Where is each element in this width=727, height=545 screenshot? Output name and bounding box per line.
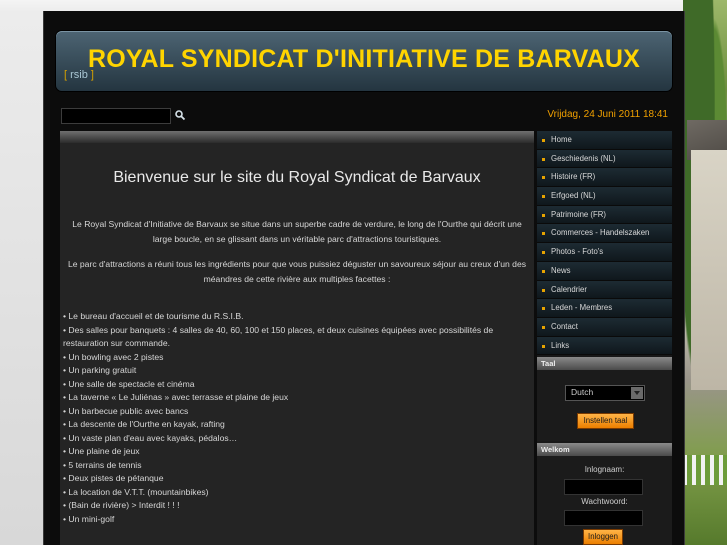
site-abbreviation-text: rsib [70, 69, 88, 81]
search-icon[interactable] [174, 109, 186, 121]
sidebar: Home Geschiedenis (NL) Histoire (FR) Erf… [537, 131, 672, 545]
site-abbreviation: [ rsib ] [64, 69, 94, 81]
login-box: Welkom Inlognaam: Wachtwoord: Inloggen [537, 443, 672, 545]
list-item: Un barbecue public avec bancs [63, 405, 529, 419]
main-menu: Home Geschiedenis (NL) Histoire (FR) Erf… [537, 131, 672, 356]
list-item: La taverne « Le Juliénas » avec terrasse… [63, 391, 529, 405]
intro-paragraph: Le Royal Syndicat d'Initiative de Barvau… [72, 219, 522, 244]
list-item: (Bain de rivière) > Interdit ! ! ! [63, 499, 529, 513]
menu-item-calendrier[interactable]: Calendrier [537, 280, 672, 300]
username-field[interactable] [564, 479, 643, 495]
bullet-icon [542, 251, 545, 255]
background-photo [683, 0, 727, 545]
menu-item-news[interactable]: News [537, 261, 672, 281]
language-box-title: Taal [537, 357, 672, 370]
menu-item-erfgoed[interactable]: Erfgoed (NL) [537, 187, 672, 206]
set-language-button[interactable]: Instellen taal [577, 413, 634, 429]
current-date: Vrijdag, 24 Juni 2011 18:41 [547, 109, 668, 120]
bullet-icon [542, 213, 545, 217]
list-item: Deux pistes de pétanque [63, 472, 529, 486]
site-title: ROYAL SYNDICAT D'INITIATIVE DE BARVAUX [87, 45, 641, 73]
list-item: 5 terrains de tennis [63, 459, 529, 473]
menu-item-patrimoine[interactable]: Patrimoine (FR) [537, 205, 672, 225]
menu-item-geschiedenis[interactable]: Geschiedenis (NL) [537, 149, 672, 169]
list-item: Un mini-golf [63, 513, 529, 527]
list-item: Une salle de spectacle et cinéma [63, 378, 529, 392]
list-item: La location de V.T.T. (mountainbikes) [63, 486, 529, 500]
list-item: Un vaste plan d'eau avec kayaks, pédalos… [63, 432, 529, 446]
main-content: Bienvenue sur le site du Royal Syndicat … [60, 131, 534, 545]
photo-house [691, 150, 727, 390]
site-header: ROYAL SYNDICAT D'INITIATIVE DE BARVAUX [… [56, 31, 672, 91]
park-paragraph: Le parc d'attractions a réuni tous les i… [67, 259, 527, 284]
list-item: Le bureau d'accueil et de tourisme du R.… [63, 310, 529, 324]
language-select[interactable]: Dutch [565, 385, 645, 401]
password-field[interactable] [564, 510, 643, 526]
top-bar: Vrijdag, 24 Juni 2011 18:41 [58, 105, 672, 129]
username-label: Inlognaam: [584, 465, 625, 474]
menu-item-links[interactable]: Links [537, 336, 672, 356]
menu-item-commerces[interactable]: Commerces - Handelszaken [537, 224, 672, 244]
bullet-icon [542, 139, 545, 142]
login-button[interactable]: Inloggen [583, 529, 623, 545]
bullet-icon [542, 344, 545, 348]
login-box-title: Welkom [537, 443, 672, 456]
bullet-icon [542, 269, 545, 273]
bullet-icon [542, 195, 545, 199]
password-label: Wachtwoord: [581, 497, 628, 506]
list-item: Un bowling avec 2 pistes [63, 351, 529, 365]
chevron-down-icon[interactable] [631, 387, 643, 399]
photo-flowers [683, 455, 727, 485]
list-item: Une plaine de jeux [63, 445, 529, 459]
list-item: La descente de l'Ourthe en kayak, raftin… [63, 418, 529, 432]
bullet-icon [542, 325, 545, 329]
bullet-icon [542, 232, 545, 236]
bullet-icon [542, 307, 545, 311]
menu-item-photos[interactable]: Photos - Foto's [537, 243, 672, 262]
bullet-icon [542, 288, 545, 292]
bullet-icon [542, 157, 545, 161]
list-item: Des salles pour banquets : 4 salles de 4… [63, 324, 529, 351]
bullet-icon [542, 176, 545, 180]
menu-item-contact[interactable]: Contact [537, 317, 672, 337]
menu-item-home[interactable]: Home [537, 131, 672, 150]
language-selected: Dutch [571, 387, 594, 397]
menu-item-histoire[interactable]: Histoire (FR) [537, 168, 672, 188]
menu-item-leden[interactable]: Leden - Membres [537, 299, 672, 318]
search-input[interactable] [61, 108, 171, 124]
welcome-heading: Bienvenue sur le site du Royal Syndicat … [113, 169, 481, 186]
content-top-bar [60, 131, 534, 143]
list-item: Un parking gratuit [63, 364, 529, 378]
site-frame: ROYAL SYNDICAT D'INITIATIVE DE BARVAUX [… [43, 11, 685, 545]
facilities-list: Le bureau d'accueil et de tourisme du R.… [63, 310, 529, 526]
language-box: Taal Dutch Instellen taal [537, 357, 672, 441]
